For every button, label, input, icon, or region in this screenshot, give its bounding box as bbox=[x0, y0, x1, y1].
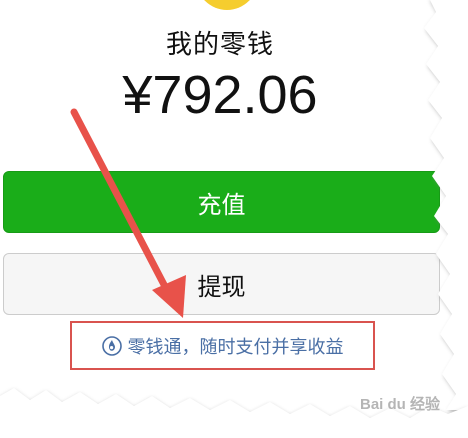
wallet-coin-icon bbox=[196, 0, 258, 10]
wallet-screen: 我的零钱 ¥792.06 充值 提现 零钱通，随时支付并享收益 Bai du 经… bbox=[0, 0, 468, 438]
page-title: 我的零钱 bbox=[165, 30, 274, 60]
baidu-jingyan-watermark: Bai du 经验 bbox=[359, 396, 440, 413]
lingqiantong-promo-link[interactable]: 零钱通，随时支付并享收益 bbox=[70, 321, 375, 370]
recharge-button[interactable]: 充值 bbox=[3, 171, 440, 233]
withdraw-button-label: 提现 bbox=[197, 272, 246, 301]
recharge-button-label: 充值 bbox=[197, 190, 246, 219]
lingqiantong-drop-icon bbox=[101, 335, 122, 356]
withdraw-button[interactable]: 提现 bbox=[3, 253, 440, 315]
promo-text: 零钱通，随时支付并享收益 bbox=[127, 336, 344, 358]
balance-amount: ¥792.06 bbox=[122, 65, 318, 125]
